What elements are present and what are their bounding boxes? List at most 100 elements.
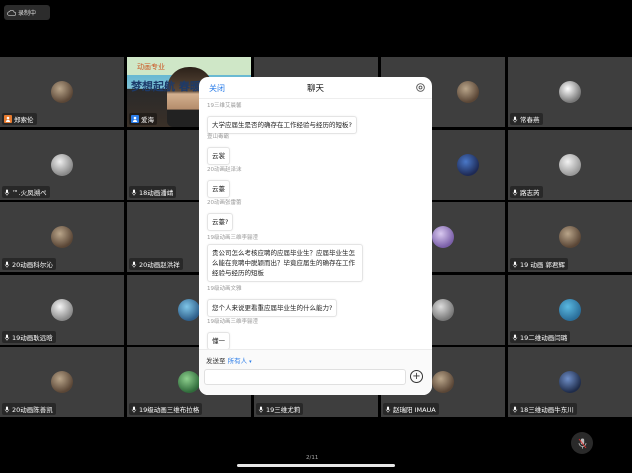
participant-name: 赵瑞阳 IMAUA bbox=[393, 406, 436, 414]
chat-message: 19级动画三维李骊滢 贵公司怎么考核应聘的应届毕业生？应届毕业生怎么能在竞聘中脱… bbox=[207, 233, 363, 282]
gear-icon[interactable] bbox=[415, 82, 426, 93]
message-sender: 19级动画三维李骊滢 bbox=[207, 319, 258, 325]
message-sender: 19级动画文雅 bbox=[207, 286, 242, 292]
mic-icon bbox=[512, 260, 518, 268]
mic-icon bbox=[131, 405, 137, 413]
mic-icon bbox=[4, 405, 10, 413]
mic-icon bbox=[578, 438, 586, 449]
avatar bbox=[559, 299, 581, 321]
participant-tile[interactable]: 常春燕 bbox=[508, 57, 632, 127]
participant-tile[interactable]: ™.火凤溯ぺ bbox=[0, 130, 124, 200]
cloud-icon bbox=[7, 9, 16, 16]
home-indicator[interactable] bbox=[237, 464, 395, 467]
avatar bbox=[178, 299, 200, 321]
microphone-button[interactable] bbox=[571, 432, 593, 454]
chat-message: 19级动画文雅 您个人来说更看重应届毕业生的什么能力? bbox=[207, 284, 338, 317]
chat-message: 壹山毒霸 云裳 bbox=[207, 132, 230, 165]
participant-name: 20动画赵洪祥 bbox=[139, 261, 180, 269]
send-target-select[interactable]: 所有人 ▾ bbox=[228, 357, 252, 365]
chat-panel: 关闭 聊天 19三维艾晨馨 大学应届生是否的确存在工作经验与经历的短板? 壹山毒… bbox=[199, 77, 432, 395]
message-text: 云裳 bbox=[207, 147, 230, 165]
participant-name: 18动画潘靖 bbox=[139, 189, 174, 197]
message-text: 云薹? bbox=[207, 213, 234, 231]
mic-icon bbox=[512, 188, 518, 196]
participant-label: 19三维尤莉 bbox=[256, 403, 304, 415]
mic-icon bbox=[4, 333, 10, 341]
participant-name: 19级动画三维布拉格 bbox=[139, 406, 200, 414]
participant-label: 赵瑞阳 IMAUA bbox=[383, 403, 439, 415]
chat-message: 19三维艾晨馨 大学应届生是否的确存在工作经验与经历的短板? bbox=[207, 101, 357, 134]
mic-icon bbox=[131, 188, 137, 196]
message-text: 您个人来说更看重应届毕业生的什么能力? bbox=[207, 299, 338, 317]
participant-name: ™.火凤溯ぺ bbox=[12, 189, 47, 197]
avatar bbox=[51, 154, 73, 176]
chat-title: 聊天 bbox=[306, 84, 324, 94]
participant-tile[interactable]: 19二维动画闫璐 bbox=[508, 275, 632, 345]
chat-header: 关闭 聊天 bbox=[199, 77, 432, 99]
message-list[interactable]: 19三维艾晨馨 大学应届生是否的确存在工作经验与经历的短板? 壹山毒霸 云裳 2… bbox=[199, 99, 432, 349]
message-sender: 19级动画三维李骊滢 bbox=[207, 235, 258, 241]
chat-message: 20动画赵泽沫 云薹 bbox=[207, 165, 242, 198]
chat-message: 19级动画三维李骊滢 懂一 bbox=[207, 317, 258, 349]
participant-tile[interactable]: 路志芮 bbox=[508, 130, 632, 200]
message-text: 云薹 bbox=[207, 180, 230, 198]
avatar bbox=[432, 226, 454, 248]
message-sender: 19三维艾晨馨 bbox=[207, 103, 242, 109]
avatar bbox=[51, 81, 73, 103]
avatar bbox=[178, 371, 200, 393]
participant-name: 20动画陈善凯 bbox=[12, 406, 53, 414]
avatar bbox=[559, 154, 581, 176]
mic-icon bbox=[131, 260, 137, 268]
participant-name: 爱海 bbox=[141, 116, 154, 124]
participant-label: 常春燕 bbox=[510, 113, 543, 125]
avatar bbox=[559, 371, 581, 393]
participant-name: 19 动画 郭君辉 bbox=[520, 261, 565, 269]
mic-icon bbox=[258, 405, 264, 413]
participant-label: 19动画耿远晗 bbox=[2, 331, 56, 343]
message-text: 贵公司怎么考核应聘的应届毕业生？应届毕业生怎么能在竞聘中脱颖而出？毕竟应届生的确… bbox=[207, 244, 363, 282]
mic-icon bbox=[4, 188, 10, 196]
mic-icon bbox=[512, 115, 518, 123]
participant-label: 20动画赵洪祥 bbox=[129, 258, 183, 270]
participant-label: 19二维动画闫璐 bbox=[510, 331, 571, 343]
avatar bbox=[559, 226, 581, 248]
participant-name: 20动画科尔沁 bbox=[12, 261, 53, 269]
participant-name: 18三维动画牛东川 bbox=[520, 406, 574, 414]
participant-label: 18动画潘靖 bbox=[129, 186, 177, 198]
send-to-label: 发送至 bbox=[206, 357, 226, 365]
participant-tile[interactable]: 18三维动画牛东川 bbox=[508, 347, 632, 417]
participant-label: ™.火凤溯ぺ bbox=[2, 186, 50, 198]
mic-icon bbox=[512, 405, 518, 413]
participant-name: 19三维尤莉 bbox=[266, 406, 301, 414]
participant-name: 19二维动画闫璐 bbox=[520, 334, 568, 342]
avatar bbox=[51, 371, 73, 393]
participant-tile[interactable]: 19动画耿远晗 bbox=[0, 275, 124, 345]
mic-icon bbox=[512, 333, 518, 341]
chat-message: 20动画张雷蕾 云薹? bbox=[207, 198, 242, 231]
video-banner: 梦想起航 春暖 bbox=[131, 80, 201, 93]
message-sender: 壹山毒霸 bbox=[207, 134, 230, 140]
participant-tile[interactable]: 郑索伦 bbox=[0, 57, 124, 127]
participant-label: 19 动画 郭君辉 bbox=[510, 258, 568, 270]
avatar bbox=[432, 371, 454, 393]
avatar bbox=[456, 81, 479, 103]
participant-label: 郑索伦 bbox=[2, 113, 37, 125]
participant-name: 郑索伦 bbox=[14, 116, 34, 124]
participant-tile[interactable]: 19 动画 郭君辉 bbox=[508, 202, 632, 272]
user-badge-icon bbox=[131, 115, 139, 123]
send-target-value: 所有人 bbox=[227, 357, 248, 365]
participant-name: 常春燕 bbox=[520, 116, 540, 124]
participant-label: 18三维动画牛东川 bbox=[510, 403, 577, 415]
participant-tile[interactable]: 20动画科尔沁 bbox=[0, 202, 124, 272]
participant-name: 路志芮 bbox=[520, 189, 540, 197]
mic-icon bbox=[4, 260, 10, 268]
avatar bbox=[432, 299, 454, 321]
participant-tile[interactable]: 20动画陈善凯 bbox=[0, 347, 124, 417]
participant-label: 19级动画三维布拉格 bbox=[129, 403, 203, 415]
message-text: 懂一 bbox=[207, 332, 230, 349]
recording-indicator: 录制中 bbox=[4, 5, 50, 20]
message-input[interactable] bbox=[204, 369, 406, 385]
avatar bbox=[51, 299, 73, 321]
participant-label: 路志芮 bbox=[510, 186, 543, 198]
add-icon[interactable]: + bbox=[410, 370, 423, 383]
